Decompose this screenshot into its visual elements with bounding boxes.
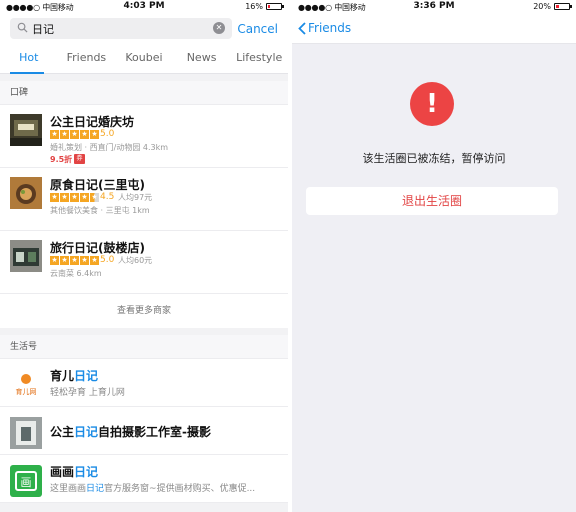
account-item[interactable]: 育儿网 育儿日记 轻松孕育 上育儿网 xyxy=(0,359,288,407)
rating-stars: ★ ★ ★ ★ ★ xyxy=(50,256,99,265)
star-icon: ★ xyxy=(70,193,79,202)
frozen-circle-screen: ●●●●○ 中国移动 3:36 PM 20% Friends ! 该生活圈已被冻… xyxy=(292,0,576,512)
search-value: 日记 xyxy=(32,23,54,36)
tab-hot[interactable]: Hot xyxy=(0,44,58,73)
star-icon: ★ xyxy=(90,256,99,265)
star-icon: ★ xyxy=(60,256,69,265)
koubei-section: 口碑 公主日记婚庆坊 ★ ★ ★ ★ ★ 5.0 婚礼策划 · 西直门/动物园 4.3k… xyxy=(0,81,288,328)
clear-icon[interactable]: ✕ xyxy=(213,22,225,34)
status-right: 20% xyxy=(533,2,572,11)
star-icon: ★ xyxy=(50,256,59,265)
svg-text:画: 画 xyxy=(21,476,32,489)
category-tabs: Hot Friends Koubei News Lifestyle xyxy=(0,44,288,74)
alert-icon: ! xyxy=(410,82,454,126)
account-description: 轻松孕育 上育儿网 xyxy=(50,388,125,398)
account-name: 公主日记自拍摄影工作室-摄影 xyxy=(50,425,212,439)
chevron-left-icon xyxy=(298,21,306,35)
account-item[interactable]: 公主日记自拍摄影工作室-摄影 xyxy=(0,407,288,455)
search-input[interactable]: 日记 ✕ xyxy=(10,18,232,39)
star-icon: ★ xyxy=(80,193,89,202)
view-more-merchants-link[interactable]: 查看更多商家 xyxy=(0,294,288,328)
star-icon: ★ xyxy=(60,130,69,139)
frozen-message: 该生活圈已被冻结，暂停访问 xyxy=(362,152,506,165)
merchant-name: 旅行日记(鼓楼店) xyxy=(50,241,145,255)
merchant-item[interactable]: 公主日记婚庆坊 ★ ★ ★ ★ ★ 5.0 婚礼策划 · 西直门/动物园 4.3km 9… xyxy=(0,105,288,168)
rating-stars: ★ ★ ★ ★ ★ xyxy=(50,193,99,202)
star-icon: ★ xyxy=(50,130,59,139)
exit-circle-button[interactable]: 退出生活圈 xyxy=(306,187,558,215)
merchant-name: 公主日记婚庆坊 xyxy=(50,115,135,129)
account-avatar: 育儿网 xyxy=(10,369,42,401)
section-title: 口碑 xyxy=(0,81,288,105)
coupon-badge: 券 xyxy=(74,154,85,164)
star-icon: ★ xyxy=(70,130,79,139)
accounts-section: 生活号 育儿网 育儿日记 轻松孕育 上育儿网 公主日记自拍摄影工作室-摄影 画 … xyxy=(0,335,288,503)
search-header: 日记 ✕ Cancel xyxy=(0,14,288,44)
search-icon xyxy=(17,22,28,33)
star-icon: ★ xyxy=(90,130,99,139)
merchant-thumbnail xyxy=(10,240,42,272)
rating-score: 5.0 xyxy=(100,129,115,139)
battery-percent: 16% xyxy=(245,2,263,11)
merchant-meta: 云南菜 6.4km xyxy=(50,269,102,278)
merchant-name: 原食日记(三里屯) xyxy=(50,178,145,192)
battery-icon xyxy=(266,3,284,10)
merchant-meta: 其他餐饮美食 · 三里屯 1km xyxy=(50,206,150,215)
merchant-thumbnail xyxy=(10,114,42,146)
active-tab-indicator xyxy=(10,72,44,74)
navigation-bar: Friends xyxy=(292,14,576,44)
rating-score: 5.0 xyxy=(100,255,115,265)
discount-label: 9.5折 xyxy=(50,155,73,164)
merchant-thumbnail xyxy=(10,177,42,209)
average-price: 人均60元 xyxy=(118,256,153,265)
account-name: 育儿日记 xyxy=(50,369,99,383)
battery-percent: 20% xyxy=(533,2,551,11)
star-icon: ★ xyxy=(70,256,79,265)
merchant-meta: 婚礼策划 · 西直门/动物园 4.3km xyxy=(50,143,169,152)
star-icon: ★ xyxy=(80,256,89,265)
account-avatar xyxy=(10,417,42,449)
status-bar: ●●●●○ 中国移动 4:03 PM 16% xyxy=(0,0,288,14)
back-button[interactable]: Friends xyxy=(298,21,351,35)
merchant-item[interactable]: 旅行日记(鼓楼店) ★ ★ ★ ★ ★ 5.0 人均60元 云南菜 6.4km xyxy=(0,231,288,294)
account-description: 这里画画日记官方服务窗~提供画材购买、优惠促... xyxy=(50,484,256,494)
average-price: 人均97元 xyxy=(118,193,153,202)
svg-text:育儿网: 育儿网 xyxy=(16,387,37,396)
cancel-button[interactable]: Cancel xyxy=(237,22,278,36)
battery-icon xyxy=(554,3,572,10)
star-icon: ★ xyxy=(50,193,59,202)
tab-friends[interactable]: Friends xyxy=(58,44,116,73)
account-item[interactable]: 画 画画日记 这里画画日记官方服务窗~提供画材购买、优惠促... xyxy=(0,455,288,503)
section-title: 生活号 xyxy=(0,335,288,359)
status-bar: ●●●●○ 中国移动 3:36 PM 20% xyxy=(292,0,576,14)
half-star-icon: ★ xyxy=(90,193,99,202)
account-name: 画画日记 xyxy=(50,465,99,479)
rating-stars: ★ ★ ★ ★ ★ xyxy=(50,130,99,139)
search-screen: ●●●●○ 中国移动 4:03 PM 16% 日记 ✕ Cancel Hot F… xyxy=(0,0,288,512)
tab-news[interactable]: News xyxy=(173,44,231,73)
back-label: Friends xyxy=(308,21,352,35)
star-icon: ★ xyxy=(80,130,89,139)
account-avatar: 画 xyxy=(10,465,42,497)
tab-koubei[interactable]: Koubei xyxy=(115,44,173,73)
status-right: 16% xyxy=(245,2,284,11)
star-icon: ★ xyxy=(60,193,69,202)
merchant-item[interactable]: 原食日记(三里屯) ★ ★ ★ ★ ★ 4.5 人均97元 其他餐饮美食 · 三里屯 1… xyxy=(0,168,288,231)
tab-lifestyle[interactable]: Lifestyle xyxy=(230,44,288,73)
rating-score: 4.5 xyxy=(100,192,115,202)
